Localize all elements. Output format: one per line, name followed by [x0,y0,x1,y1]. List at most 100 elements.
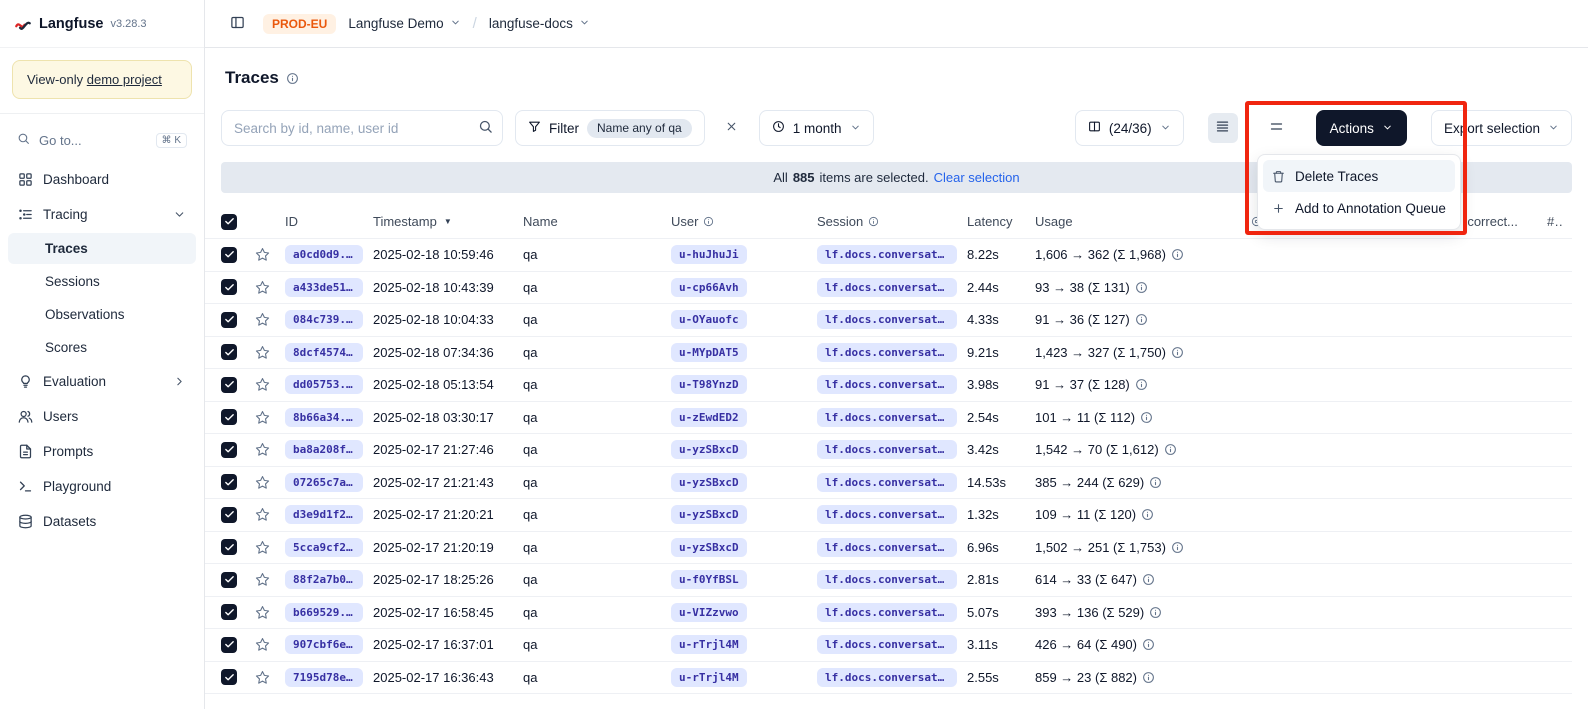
info-icon[interactable] [1171,541,1184,554]
star-icon[interactable] [255,345,270,360]
table-row[interactable]: 8b66a34... 2025-02-18 03:30:17 qa u-zEwd… [205,402,1572,435]
search-submit-button[interactable] [468,111,502,145]
star-icon[interactable] [255,442,270,457]
session-badge[interactable]: lf.docs.conversation... [817,473,957,492]
sidebar-item-users[interactable]: Users [8,400,196,433]
clear-filter-button[interactable] [717,113,747,143]
user-badge[interactable]: u-yzSBxcD [671,538,747,557]
goto-search[interactable]: Go to... ⌘ K [8,124,196,156]
row-checkbox[interactable] [221,669,237,685]
user-badge[interactable]: u-OYauofc [671,310,747,329]
row-checkbox[interactable] [221,507,237,523]
info-icon[interactable] [1135,313,1148,326]
table-row[interactable]: a433de51... 2025-02-18 10:43:39 qa u-cp6… [205,272,1572,305]
star-icon[interactable] [255,410,270,425]
trace-id-badge[interactable]: d3e9d1f2... [285,505,363,524]
row-checkbox[interactable] [221,637,237,653]
search-input[interactable] [222,121,468,136]
column-visibility-button[interactable]: (24/36) [1075,110,1184,146]
trace-id-badge[interactable]: ba8a208f... [285,440,363,459]
session-badge[interactable]: lf.docs.conversation... [817,343,957,362]
info-icon[interactable] [1149,606,1162,619]
sidebar-item-dashboard[interactable]: Dashboard [8,163,196,196]
row-height-expanded-button[interactable] [1262,113,1292,143]
row-checkbox[interactable] [221,377,237,393]
star-icon[interactable] [255,377,270,392]
trace-id-badge[interactable]: a0cd0d9... [285,245,363,264]
info-icon[interactable] [1164,443,1177,456]
info-icon[interactable] [1135,281,1148,294]
row-checkbox[interactable] [221,279,237,295]
org-selector[interactable]: Langfuse Demo [348,16,460,31]
user-badge[interactable]: u-f0YfBSL [671,570,747,589]
trace-id-badge[interactable]: 084c739... [285,310,363,329]
table-row[interactable]: 084c739... 2025-02-18 10:04:33 qa u-OYau… [205,304,1572,337]
table-row[interactable]: a0cd0d9... 2025-02-18 10:59:46 qa u-huJh… [205,239,1572,272]
sidebar-item-tracing[interactable]: Tracing [8,198,196,231]
row-checkbox[interactable] [221,604,237,620]
info-icon[interactable] [1149,476,1162,489]
row-checkbox[interactable] [221,247,237,263]
star-icon[interactable] [255,247,270,262]
column-header-timestamp[interactable]: Timestamp▼ [373,214,523,229]
menu-item-add-to-annotation-queue[interactable]: Add to Annotation Queue [1263,192,1455,224]
menu-item-delete-traces[interactable]: Delete Traces [1263,160,1455,192]
trace-id-badge[interactable]: 88f2a7b0... [285,570,363,589]
info-icon[interactable] [286,72,299,85]
user-badge[interactable]: u-yzSBxcD [671,505,747,524]
column-header-id[interactable]: ID [285,214,373,229]
row-checkbox[interactable] [221,312,237,328]
export-selection-button[interactable]: Export selection [1431,110,1572,146]
info-icon[interactable] [1135,378,1148,391]
sidebar-item-observations[interactable]: Observations [8,299,196,330]
trace-id-badge[interactable]: 907cbf6e... [285,635,363,654]
session-badge[interactable]: lf.docs.conversation... [817,538,957,557]
info-icon[interactable] [1140,411,1153,424]
info-icon[interactable] [1142,638,1155,651]
star-icon[interactable] [255,540,270,555]
actions-button[interactable]: Actions [1316,110,1407,146]
user-badge[interactable]: u-rTrjl4M [671,635,747,654]
star-icon[interactable] [255,572,270,587]
user-badge[interactable]: u-huJhuJi [671,245,747,264]
session-badge[interactable]: lf.docs.conversation... [817,375,957,394]
user-badge[interactable]: u-MYpDAT5 [671,343,747,362]
table-row[interactable]: d3e9d1f2... 2025-02-17 21:20:21 qa u-yzS… [205,499,1572,532]
filter-button[interactable]: Filter Name any of qa [515,110,705,146]
info-icon[interactable] [1171,346,1184,359]
table-row[interactable]: 7195d78e... 2025-02-17 16:36:43 qa u-rTr… [205,662,1572,695]
table-row[interactable]: 88f2a7b0... 2025-02-17 18:25:26 qa u-f0Y… [205,564,1572,597]
info-icon[interactable] [1142,573,1155,586]
star-icon[interactable] [255,670,270,685]
demo-project-link[interactable]: demo project [87,72,162,87]
project-selector[interactable]: langfuse-docs [489,16,590,31]
sidebar-item-scores[interactable]: Scores [8,332,196,363]
user-badge[interactable]: u-yzSBxcD [671,473,747,492]
info-icon[interactable] [1142,671,1155,684]
star-icon[interactable] [255,280,270,295]
session-badge[interactable]: lf.docs.conversation... [817,505,957,524]
sidebar-item-playground[interactable]: Playground [8,470,196,503]
sidebar-item-sessions[interactable]: Sessions [8,266,196,297]
trace-id-badge[interactable]: 07265c7a... [285,473,363,492]
session-badge[interactable]: lf.docs.conversation... [817,440,957,459]
star-icon[interactable] [255,507,270,522]
column-header-score-2[interactable]: -correct... [1463,214,1547,229]
session-badge[interactable]: lf.docs.conversation... [817,245,957,264]
star-icon[interactable] [255,312,270,327]
info-icon[interactable] [1141,508,1154,521]
row-checkbox[interactable] [221,572,237,588]
table-row[interactable]: 5cca9cf2... 2025-02-17 21:20:19 qa u-yzS… [205,532,1572,565]
row-checkbox[interactable] [221,344,237,360]
session-badge[interactable]: lf.docs.conversation... [817,603,957,622]
sidebar-item-prompts[interactable]: Prompts [8,435,196,468]
clear-selection-link[interactable]: Clear selection [934,170,1020,185]
session-badge[interactable]: lf.docs.conversation... [817,635,957,654]
row-checkbox[interactable] [221,539,237,555]
table-row[interactable]: 8dcf4574... 2025-02-18 07:34:36 qa u-MYp… [205,337,1572,370]
row-checkbox[interactable] [221,474,237,490]
column-header-name[interactable]: Name [523,214,671,229]
trace-id-badge[interactable]: a433de51... [285,278,363,297]
table-row[interactable]: dd05753... 2025-02-18 05:13:54 qa u-T98Y… [205,369,1572,402]
row-checkbox[interactable] [221,409,237,425]
